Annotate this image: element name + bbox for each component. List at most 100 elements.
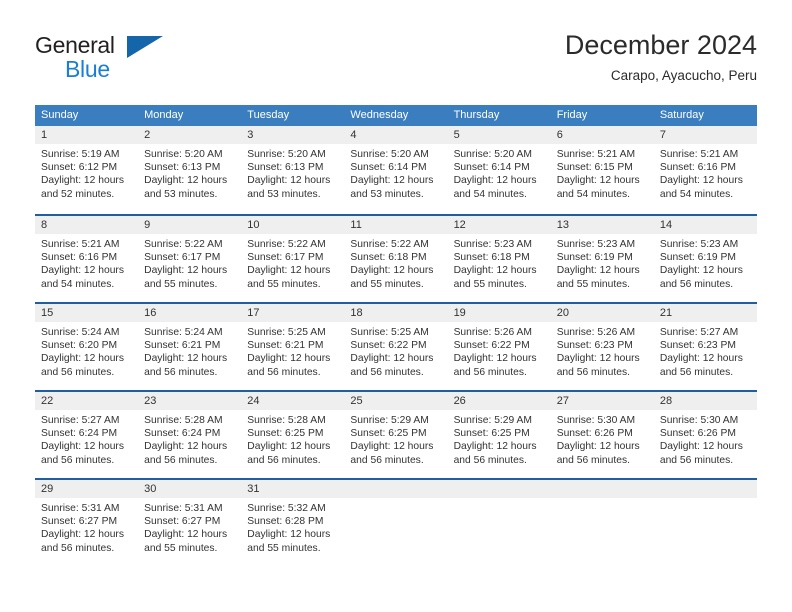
sunrise-text: Sunrise: 5:23 AM <box>556 239 636 250</box>
day-number: 25 <box>344 392 448 410</box>
calendar-day-cell[interactable]: 16 Sunrise: 5:24 AM Sunset: 6:21 PM Dayligh… <box>138 304 242 390</box>
calendar-day-cell[interactable]: 3 Sunrise: 5:20 AM Sunset: 6:13 PM Daylight… <box>241 126 345 214</box>
calendar-day-cell[interactable]: 24 Sunrise: 5:28 AM Sunset: 6:25 PM Dayligh… <box>241 392 345 478</box>
sunrise-text: Sunrise: 5:26 AM <box>556 327 636 338</box>
day-number: 20 <box>550 304 654 322</box>
sunset-text: Sunset: 6:27 PM <box>144 516 221 528</box>
calendar-day-cell[interactable]: 2 Sunrise: 5:20 AM Sunset: 6:13 PM Daylight… <box>138 126 242 214</box>
calendar-day-cell[interactable]: 29 Sunrise: 5:31 AM Sunset: 6:27 PM Dayligh… <box>35 480 139 566</box>
day-details: Sunrise: 5:22 AM Sunset: 6:17 PM Daylight:… <box>241 234 344 291</box>
calendar-day-cell[interactable]: 31 Sunrise: 5:32 AM Sunset: 6:28 PM Dayligh… <box>241 480 345 566</box>
sunrise-text: Sunrise: 5:29 AM <box>350 415 429 426</box>
weekday-saturday: Saturday <box>659 109 704 121</box>
calendar-day-cell[interactable]: 22 Sunrise: 5:27 AM Sunset: 6:24 PM Dayligh… <box>35 392 139 478</box>
sunset-text: Sunset: 6:25 PM <box>453 428 530 440</box>
calendar-day-cell[interactable]: 19 Sunrise: 5:26 AM Sunset: 6:22 PM Dayligh… <box>447 304 551 390</box>
sunrise-text: Sunrise: 5:24 AM <box>41 327 120 338</box>
sunset-text: Sunset: 6:25 PM <box>247 428 324 440</box>
day-details: Sunrise: 5:24 AM Sunset: 6:21 PM Daylight:… <box>138 322 241 379</box>
daylight-text: Daylight: 12 hours and 53 minutes. <box>247 175 331 200</box>
generalblue-logo[interactable]: General Blue <box>35 32 215 88</box>
calendar-day-cell[interactable]: 7 Sunrise: 5:21 AM Sunset: 6:16 PM Daylight… <box>653 126 757 214</box>
calendar-week-row: 1 Sunrise: 5:19 AM Sunset: 6:12 PM Daylight… <box>35 126 757 214</box>
calendar-day-cell[interactable]: 10 Sunrise: 5:22 AM Sunset: 6:17 PM Dayligh… <box>241 216 345 302</box>
daylight-text: Daylight: 12 hours and 56 minutes. <box>556 353 640 378</box>
sunset-text: Sunset: 6:17 PM <box>247 252 324 264</box>
weekday-friday: Friday <box>556 109 588 121</box>
calendar-day-cell[interactable]: 6 Sunrise: 5:21 AM Sunset: 6:15 PM Daylight… <box>550 126 654 214</box>
day-number: 5 <box>447 126 551 144</box>
day-number <box>653 480 757 498</box>
calendar-day-cell[interactable]: 11 Sunrise: 5:22 AM Sunset: 6:18 PM Dayligh… <box>344 216 448 302</box>
sunrise-text: Sunrise: 5:27 AM <box>41 415 120 426</box>
sunrise-text: Sunrise: 5:30 AM <box>556 415 636 426</box>
sunrise-text: Sunrise: 5:21 AM <box>41 239 120 250</box>
daylight-text: Daylight: 12 hours and 55 minutes. <box>247 265 331 290</box>
sunrise-text: Sunrise: 5:20 AM <box>350 149 429 160</box>
daylight-text: Daylight: 12 hours and 56 minutes. <box>247 353 331 378</box>
daylight-text: Daylight: 12 hours and 55 minutes. <box>350 265 434 290</box>
sunset-text: Sunset: 6:17 PM <box>144 252 221 264</box>
day-number: 16 <box>138 304 242 322</box>
sunrise-text: Sunrise: 5:28 AM <box>144 415 223 426</box>
sunset-text: Sunset: 6:18 PM <box>453 252 530 264</box>
sunrise-text: Sunrise: 5:25 AM <box>350 327 429 338</box>
calendar-day-cell[interactable]: 4 Sunrise: 5:20 AM Sunset: 6:14 PM Daylight… <box>344 126 448 214</box>
day-details: Sunrise: 5:27 AM Sunset: 6:23 PM Daylight:… <box>654 322 757 379</box>
day-number: 29 <box>35 480 139 498</box>
calendar-day-cell[interactable]: 15 Sunrise: 5:24 AM Sunset: 6:20 PM Dayligh… <box>35 304 139 390</box>
day-number: 2 <box>138 126 242 144</box>
day-details <box>344 498 447 502</box>
calendar-day-cell[interactable]: 23 Sunrise: 5:28 AM Sunset: 6:24 PM Dayligh… <box>138 392 242 478</box>
sunrise-text: Sunrise: 5:20 AM <box>247 149 326 160</box>
weekday-thursday: Thursday <box>453 109 500 121</box>
weekday-monday: Monday <box>144 109 184 121</box>
sunset-text: Sunset: 6:23 PM <box>659 340 736 352</box>
day-number: 12 <box>447 216 551 234</box>
sunset-text: Sunset: 6:20 PM <box>41 340 118 352</box>
calendar-day-cell[interactable]: 20 Sunrise: 5:26 AM Sunset: 6:23 PM Dayligh… <box>550 304 654 390</box>
calendar-day-cell-empty <box>344 480 448 566</box>
day-number: 8 <box>35 216 139 234</box>
sunrise-text: Sunrise: 5:32 AM <box>247 503 326 514</box>
page-title: December 2024 <box>564 30 757 60</box>
calendar-day-cell[interactable]: 1 Sunrise: 5:19 AM Sunset: 6:12 PM Daylight… <box>35 126 139 214</box>
day-number: 23 <box>138 392 242 410</box>
calendar-day-cell[interactable]: 18 Sunrise: 5:25 AM Sunset: 6:22 PM Dayligh… <box>344 304 448 390</box>
calendar-day-cell[interactable]: 27 Sunrise: 5:30 AM Sunset: 6:26 PM Dayligh… <box>550 392 654 478</box>
day-number: 3 <box>241 126 345 144</box>
day-details: Sunrise: 5:30 AM Sunset: 6:26 PM Daylight:… <box>551 410 654 467</box>
calendar-day-cell[interactable]: 21 Sunrise: 5:27 AM Sunset: 6:23 PM Dayligh… <box>653 304 757 390</box>
calendar-day-cell[interactable]: 17 Sunrise: 5:25 AM Sunset: 6:21 PM Dayligh… <box>241 304 345 390</box>
sunset-text: Sunset: 6:16 PM <box>659 162 736 174</box>
calendar-day-cell[interactable]: 14 Sunrise: 5:23 AM Sunset: 6:19 PM Dayligh… <box>653 216 757 302</box>
calendar-day-cell[interactable]: 12 Sunrise: 5:23 AM Sunset: 6:18 PM Dayligh… <box>447 216 551 302</box>
sunset-text: Sunset: 6:16 PM <box>41 252 118 264</box>
daylight-text: Daylight: 12 hours and 56 minutes. <box>247 441 331 466</box>
calendar-day-cell[interactable]: 25 Sunrise: 5:29 AM Sunset: 6:25 PM Dayligh… <box>344 392 448 478</box>
calendar-day-cell[interactable]: 9 Sunrise: 5:22 AM Sunset: 6:17 PM Daylight… <box>138 216 242 302</box>
calendar-weeks: 1 Sunrise: 5:19 AM Sunset: 6:12 PM Daylight… <box>35 126 757 566</box>
daylight-text: Daylight: 12 hours and 56 minutes. <box>453 441 537 466</box>
calendar-day-cell[interactable]: 5 Sunrise: 5:20 AM Sunset: 6:14 PM Daylight… <box>447 126 551 214</box>
sunset-text: Sunset: 6:26 PM <box>659 428 736 440</box>
day-number: 17 <box>241 304 345 322</box>
daylight-text: Daylight: 12 hours and 55 minutes. <box>144 265 228 290</box>
daylight-text: Daylight: 12 hours and 56 minutes. <box>659 441 743 466</box>
page-header: General Blue December 2024 Carapo, Ayacu… <box>35 28 757 96</box>
calendar-day-cell[interactable]: 13 Sunrise: 5:23 AM Sunset: 6:19 PM Dayligh… <box>550 216 654 302</box>
day-number: 11 <box>344 216 448 234</box>
daylight-text: Daylight: 12 hours and 56 minutes. <box>453 353 537 378</box>
daylight-text: Daylight: 12 hours and 52 minutes. <box>41 175 124 200</box>
sunrise-text: Sunrise: 5:23 AM <box>659 239 739 250</box>
calendar-day-cell[interactable]: 30 Sunrise: 5:31 AM Sunset: 6:27 PM Dayligh… <box>138 480 242 566</box>
daylight-text: Daylight: 12 hours and 56 minutes. <box>41 441 124 466</box>
calendar-day-cell[interactable]: 8 Sunrise: 5:21 AM Sunset: 6:16 PM Daylight… <box>35 216 139 302</box>
calendar-week-row: 22 Sunrise: 5:27 AM Sunset: 6:24 PM Dayligh… <box>35 390 757 478</box>
calendar-day-cell[interactable]: 26 Sunrise: 5:29 AM Sunset: 6:25 PM Dayligh… <box>447 392 551 478</box>
day-details: Sunrise: 5:29 AM Sunset: 6:25 PM Daylight:… <box>448 410 551 467</box>
day-number: 4 <box>344 126 448 144</box>
day-number: 6 <box>550 126 654 144</box>
day-details: Sunrise: 5:23 AM Sunset: 6:18 PM Daylight:… <box>448 234 551 291</box>
calendar-day-cell[interactable]: 28 Sunrise: 5:30 AM Sunset: 6:26 PM Dayligh… <box>653 392 757 478</box>
